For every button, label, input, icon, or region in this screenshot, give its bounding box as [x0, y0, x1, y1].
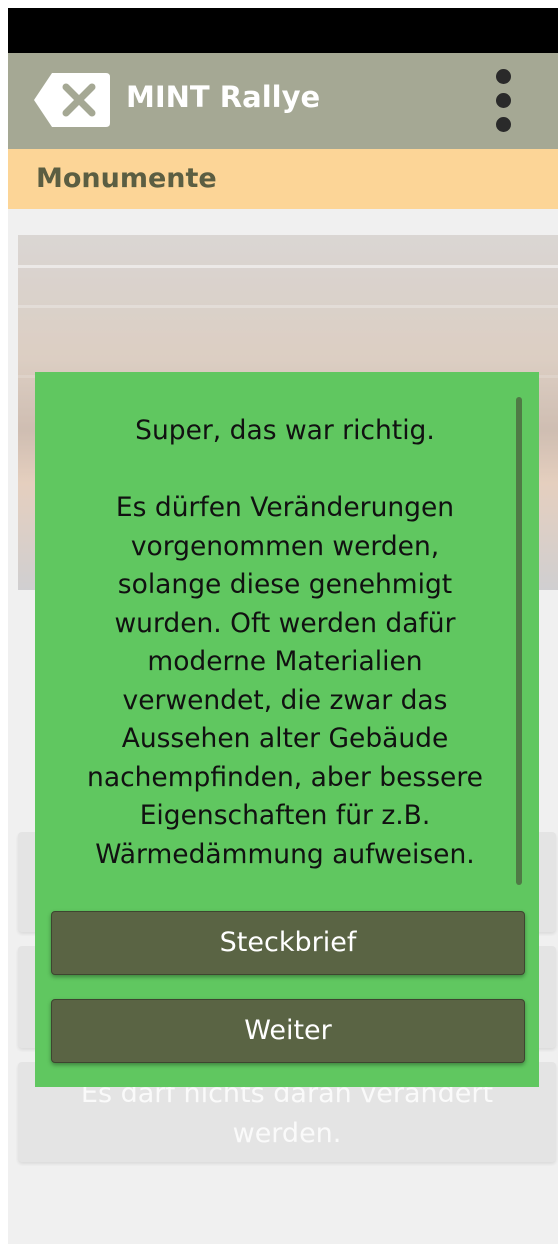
screen: MINT Rallye Monumente Es darf nichts dar… [0, 0, 558, 1244]
steckbrief-button[interactable]: Steckbrief [51, 911, 525, 975]
weiter-button[interactable]: Weiter [51, 999, 525, 1063]
dialog-scrollbar[interactable] [516, 397, 522, 885]
feedback-text: Super, das war richtig. [135, 415, 435, 446]
app-bar: MINT Rallye [8, 53, 558, 149]
close-button[interactable] [32, 71, 112, 129]
section-title: Monumente [36, 163, 217, 194]
explanation-line: moderne Materialien [147, 646, 423, 677]
explanation-line: Eigenschaften für z.B. [139, 800, 431, 831]
more-vertical-icon[interactable] [486, 67, 520, 133]
dialog-message: Super, das war richtig. Es dürfen Veränd… [55, 412, 515, 874]
explanation-line: Wärmedämmung aufweisen. [95, 838, 475, 870]
explanation-line: Es dürfen Veränderungen [115, 492, 455, 523]
app-title: MINT Rallye [126, 80, 321, 114]
status-bar [8, 8, 558, 53]
explanation-line: Aussehen alter Gebäude [121, 723, 449, 754]
feedback-dialog: Super, das war richtig. Es dürfen Veränd… [35, 372, 539, 1087]
explanation-line: wurden. Oft werden dafür [114, 607, 456, 639]
explanation-line: solange diese genehmigt [117, 569, 453, 600]
explanation-line: vorgenommen werden, [130, 530, 440, 562]
close-icon [34, 73, 110, 127]
explanation-line: verwendet, die zwar das [122, 684, 448, 716]
explanation-line: nachempfinden, aber bessere [87, 761, 483, 793]
section-header: Monumente [8, 149, 558, 209]
